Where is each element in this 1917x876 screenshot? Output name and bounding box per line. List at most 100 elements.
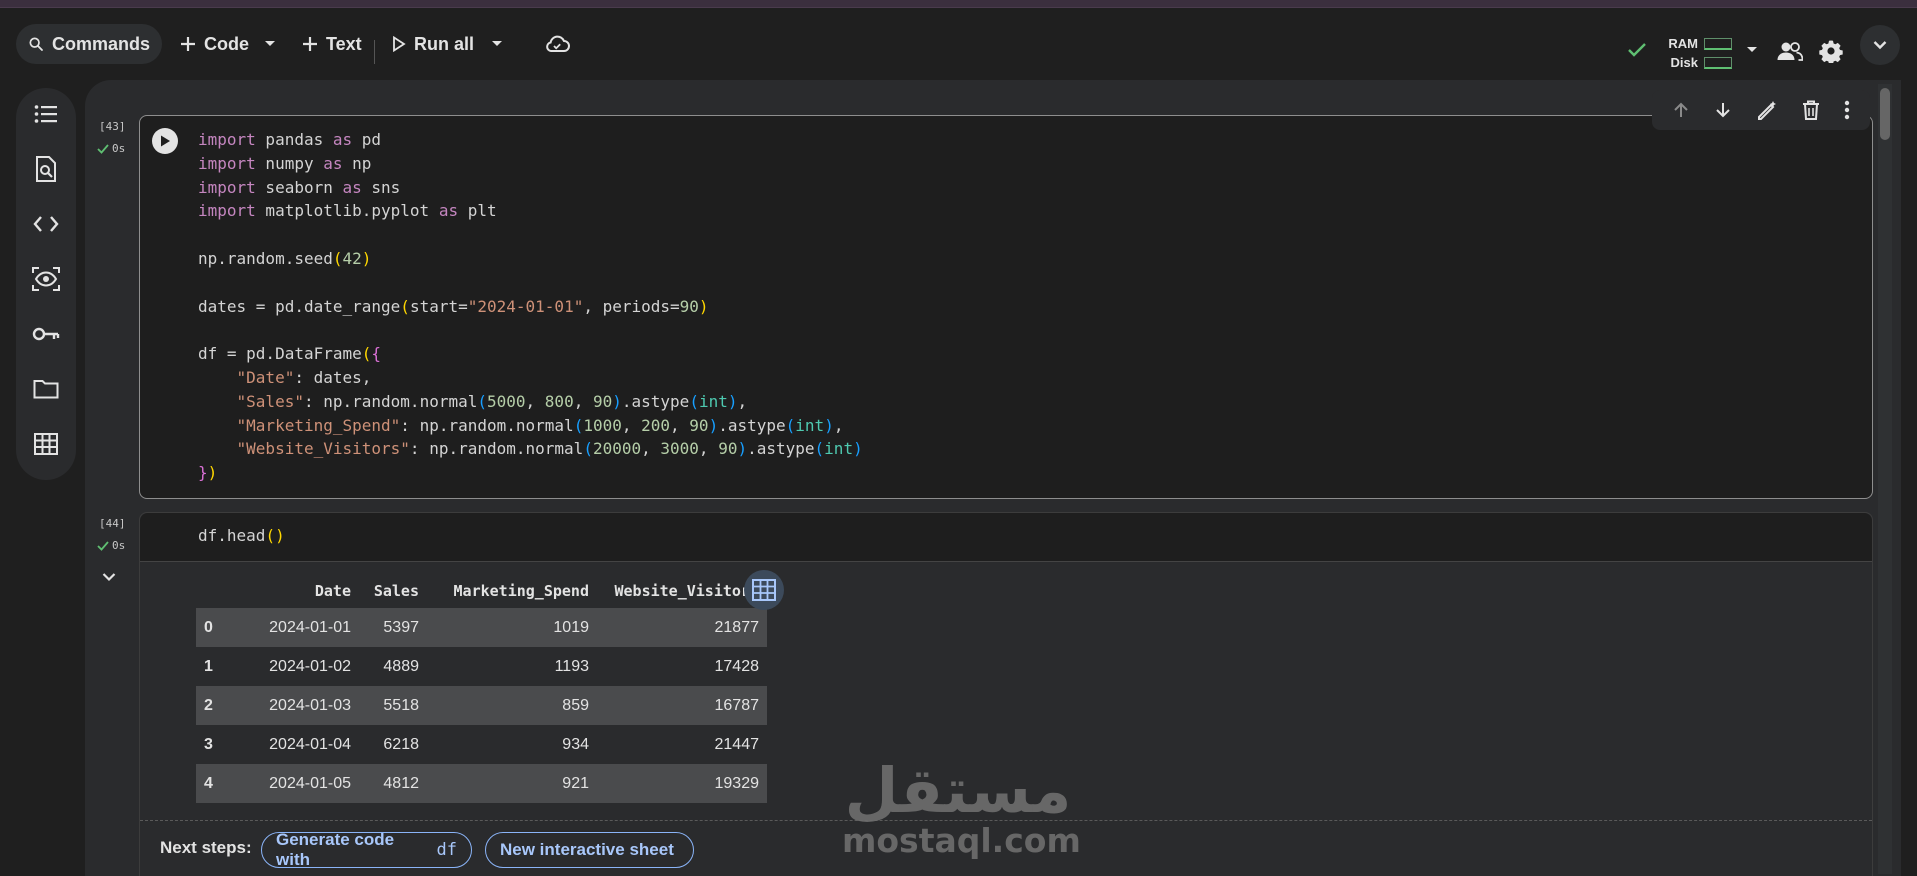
- collapse-output-chevron-icon[interactable]: [102, 572, 116, 582]
- run-all-label: Run all: [414, 33, 475, 54]
- row-index: 3: [204, 735, 213, 753]
- data-table-icon[interactable]: [30, 428, 62, 460]
- code-editor[interactable]: [140, 513, 1872, 561]
- cell-execution-status: 0s: [97, 539, 125, 552]
- watermark-latin-text: mostaql.com: [842, 821, 1081, 860]
- code-line: "Website_Visitors": np.random.normal(200…: [236, 439, 863, 459]
- table-row: 0 2024-01-01 5397 1019 21877: [196, 608, 767, 647]
- plus-icon: [303, 37, 317, 51]
- code-line: "Date": dates,: [236, 367, 372, 387]
- dataframe-table: Date Sales Marketing_Spend Website_Visit…: [196, 574, 767, 803]
- search-icon: [29, 37, 43, 51]
- scrollbar-thumb[interactable]: [1880, 88, 1890, 140]
- find-icon[interactable]: [30, 153, 62, 185]
- table-cell: 21447: [714, 735, 760, 753]
- check-icon: [97, 540, 109, 551]
- new-interactive-sheet-label: New interactive sheet: [500, 840, 674, 859]
- run-all-button[interactable]: Run all: [380, 24, 486, 64]
- edit-icon[interactable]: [1756, 100, 1778, 120]
- move-down-icon[interactable]: [1714, 101, 1732, 119]
- column-header: Website_Visitors: [614, 582, 760, 600]
- table-cell: 5397: [359, 608, 427, 647]
- code-line: np.random.seed(42): [198, 248, 372, 268]
- share-people-icon[interactable]: [1777, 41, 1803, 61]
- code-line: }): [198, 463, 218, 483]
- run-all-dropdown[interactable]: [485, 24, 509, 64]
- table-row: 2 2024-01-03 5518 859 16787: [196, 686, 767, 725]
- column-header: [196, 574, 232, 608]
- collapse-header-button[interactable]: [1860, 25, 1900, 65]
- caret-down-icon: [265, 41, 275, 46]
- cell-toolbar: [1652, 90, 1870, 130]
- check-icon: [97, 143, 109, 154]
- add-code-dropdown[interactable]: [258, 24, 282, 64]
- gear-icon[interactable]: [1819, 39, 1843, 63]
- cell-execution-status: 0s: [97, 142, 125, 155]
- scrollbar-track[interactable]: [1878, 84, 1892, 874]
- code-line: dates = pd.date_range(start="2024-01-01"…: [198, 296, 709, 316]
- runtime-caret-down-icon[interactable]: [1746, 46, 1758, 54]
- chevron-down-icon: [1873, 41, 1887, 50]
- table-cell: 2024-01-02: [269, 657, 351, 675]
- disk-label: Disk: [1670, 55, 1698, 70]
- table-row: 4 2024-01-05 4812 921 19329: [196, 764, 767, 803]
- secrets-icon[interactable]: [30, 318, 62, 350]
- resource-monitor[interactable]: RAM Disk: [1664, 34, 1732, 72]
- files-icon[interactable]: [30, 373, 62, 405]
- table-cell: 2024-01-05: [232, 764, 359, 803]
- ram-label: RAM: [1668, 36, 1698, 51]
- table-cell: 934: [562, 735, 589, 753]
- table-cell: 21877: [597, 608, 767, 647]
- execution-time: 0s: [112, 539, 126, 552]
- table-cell: 6218: [383, 735, 419, 753]
- move-up-icon[interactable]: [1672, 101, 1690, 119]
- code-line: import seaborn as sns: [198, 177, 401, 197]
- table-cell: 1193: [554, 657, 589, 675]
- generate-code-variable: df: [436, 840, 457, 860]
- next-steps-label: Next steps:: [160, 838, 252, 857]
- generate-code-label: Generate code with: [276, 830, 395, 869]
- table-cell: 4812: [359, 764, 427, 803]
- table-cell: 17428: [714, 657, 760, 675]
- save-to-drive-button[interactable]: [536, 24, 578, 64]
- convert-to-interactive-table-button[interactable]: [744, 570, 784, 610]
- code-line: df = pd.DataFrame({: [198, 344, 382, 364]
- disk-bar: [1704, 56, 1732, 69]
- caret-down-icon: [492, 41, 502, 46]
- play-icon: [393, 36, 406, 52]
- output-divider: [140, 561, 1872, 562]
- toolbar-divider: [374, 40, 375, 64]
- code-editor[interactable]: import pandas as pd import numpy as np i…: [198, 128, 863, 485]
- code-line: df.head(): [198, 526, 285, 545]
- cell-execution-count: [43]: [99, 120, 126, 133]
- row-index: 0: [196, 608, 232, 647]
- plus-icon: [181, 37, 195, 51]
- connected-check-icon: [1628, 43, 1646, 57]
- variables-icon[interactable]: [30, 263, 62, 295]
- left-sidebar: [16, 88, 76, 480]
- table-header-row: Date Sales Marketing_Spend Website_Visit…: [196, 574, 767, 608]
- commands-button[interactable]: Commands: [16, 24, 162, 64]
- code-line: import matplotlib.pyplot as plt: [198, 201, 497, 221]
- add-text-button[interactable]: Text: [290, 24, 374, 64]
- table-cell: 19329: [597, 764, 767, 803]
- more-vert-icon[interactable]: [1844, 100, 1850, 120]
- run-cell-button[interactable]: [152, 128, 178, 154]
- ram-bar: [1704, 37, 1732, 50]
- table-icon: [752, 579, 776, 601]
- cloud-sync-icon: [546, 35, 570, 52]
- mostaql-watermark: مستقل mostaql.com: [842, 754, 1081, 860]
- notebook-toolbar: Commands Code Text Run all RAM Disk: [0, 8, 1917, 80]
- code-snippets-icon[interactable]: [30, 208, 62, 240]
- add-code-button[interactable]: Code: [168, 24, 261, 64]
- execution-time: 0s: [112, 142, 126, 155]
- watermark-arabic-text: مستقل: [844, 754, 1072, 827]
- column-header: Date: [314, 582, 351, 600]
- delete-icon[interactable]: [1802, 100, 1820, 120]
- table-cell: 5518: [359, 686, 427, 725]
- toc-icon[interactable]: [30, 98, 62, 130]
- play-icon: [161, 135, 170, 147]
- generate-code-chip[interactable]: Generate code with df: [261, 830, 472, 869]
- new-interactive-sheet-chip[interactable]: New interactive sheet: [485, 832, 694, 868]
- cell-execution-count: [44]: [99, 517, 126, 530]
